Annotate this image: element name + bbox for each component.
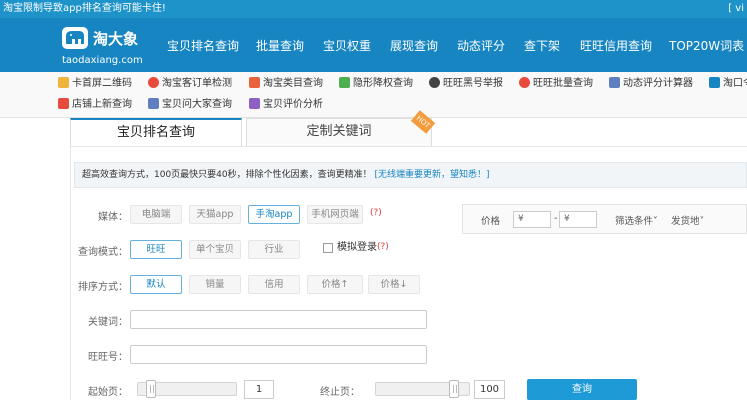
vip-link[interactable]: [ vi (728, 0, 744, 18)
nav-item-batch[interactable]: 批量查询 (256, 38, 304, 54)
calculator-icon (609, 77, 620, 88)
logo-domain: taodaxiang.com (62, 55, 143, 66)
end-page-input[interactable]: 100 (474, 380, 505, 399)
filter-dropdown[interactable]: 筛选条件˅ (615, 213, 658, 227)
query-mode-label: 查询模式： (78, 247, 128, 258)
sort-sales[interactable]: 销量 (189, 275, 241, 294)
media-label: 媒体： (98, 212, 128, 223)
question-icon (148, 98, 159, 109)
nav-item-weight[interactable]: 宝贝权重 (323, 38, 371, 54)
query-wangwang[interactable]: 旺旺 (130, 240, 182, 259)
media-tmall-app[interactable]: 天猫app (189, 205, 241, 224)
shield-icon (339, 77, 350, 88)
new-icon (58, 98, 69, 109)
simulate-login-label: 模拟登录 (337, 242, 377, 253)
link-taokouling[interactable]: 淘口令 (709, 77, 747, 91)
sort-default[interactable]: 默认 (130, 275, 182, 294)
tab-bar: 宝贝排名查询 定制关键词 HOT (0, 110, 747, 146)
chevron-down-icon: ˅ (699, 216, 705, 227)
price-min-input[interactable]: ¥ (513, 211, 551, 228)
notice-link[interactable]: [无线端重要更新，望知悉！] (375, 170, 490, 180)
alert-icon (519, 77, 530, 88)
keyword-label: 关键词： (88, 317, 128, 328)
review-icon (249, 98, 260, 109)
price-filter-box: 价格 ¥ - ¥ 筛选条件˅ 发货地˅ (462, 204, 747, 234)
start-page-slider[interactable] (137, 380, 237, 398)
announcement-text: 淘宝限制导致app排名查询可能卡住! (3, 3, 166, 14)
media-pc[interactable]: 电脑端 (130, 205, 182, 224)
sort-price-asc[interactable]: 价格↑ (307, 275, 363, 294)
crown-icon (58, 77, 69, 88)
nav-item-score[interactable]: 动态评分 (457, 38, 505, 54)
link-review-analysis[interactable]: 宝贝评价分析 (249, 98, 323, 112)
ship-from-dropdown[interactable]: 发货地˅ (671, 213, 704, 227)
price-max-input[interactable]: ¥ (559, 211, 597, 228)
key-icon (709, 77, 720, 88)
link-hidden-demote[interactable]: 隐形降权查询 (339, 77, 413, 91)
sort-price-desc[interactable]: 价格↓ (368, 275, 420, 294)
quick-links: 卡首屏二维码 淘宝客订单检测 淘宝类目查询 隐形降权查询 旺旺黑号举报 旺旺批量… (0, 72, 747, 118)
simulate-login-checkbox[interactable] (323, 243, 333, 253)
sort-credit[interactable]: 信用 (248, 275, 300, 294)
link-ask-all[interactable]: 宝贝问大家查询 (148, 98, 232, 112)
chevron-down-icon: ˅ (653, 216, 658, 227)
link-wangwang-batch[interactable]: 旺旺批量查询 (519, 77, 593, 91)
category-icon (249, 77, 260, 88)
nav-item-show[interactable]: 展现查询 (390, 38, 438, 54)
end-page-slider[interactable] (375, 380, 470, 398)
link-taoke-order[interactable]: 淘宝客订单检测 (148, 77, 232, 91)
link-score-calc[interactable]: 动态评分计算器 (609, 77, 693, 91)
alert-icon (148, 77, 159, 88)
tab-custom-keyword[interactable]: 定制关键词 (246, 118, 432, 146)
keyword-input[interactable] (130, 310, 427, 329)
nav-item-rank[interactable]: 宝贝排名查询 (167, 38, 239, 54)
mask-icon (429, 77, 440, 88)
site-header: 淘大象 taodaxiang.com 宝贝排名查询 批量查询 宝贝权重 展现查询… (0, 18, 747, 72)
nav-item-credit[interactable]: 旺旺信用查询 (580, 38, 652, 54)
link-category[interactable]: 淘宝类目查询 (249, 77, 323, 91)
start-page-input[interactable]: 1 (244, 380, 274, 399)
media-help-icon[interactable]: (?) (370, 208, 382, 218)
end-slider-handle[interactable] (449, 380, 459, 398)
notice-bar: 超高效查询方式，100页最快只要40秒，排除个性化因素，查询更精准！ [无线端重… (74, 162, 747, 188)
price-label: 价格 (481, 216, 501, 227)
wangwang-label: 旺旺号： (88, 352, 128, 363)
link-shop-new[interactable]: 店铺上新查询 (58, 98, 132, 112)
nav-item-top20w[interactable]: TOP20W词表 (669, 38, 744, 54)
price-dash: - (554, 213, 558, 224)
end-page-label: 终止页： (320, 387, 360, 398)
sort-label: 排序方式： (78, 282, 128, 293)
media-taobao-app[interactable]: 手淘app (248, 205, 300, 224)
query-button[interactable]: 查询 (527, 379, 637, 400)
main-nav: 宝贝排名查询 批量查询 宝贝权重 展现查询 动态评分 查下架 旺旺信用查询 TO… (0, 38, 747, 56)
notice-text: 超高效查询方式，100页最快只要40秒，排除个性化因素，查询更精准！ (82, 170, 372, 180)
link-qrcode[interactable]: 卡首屏二维码 (58, 77, 132, 91)
top-announcement-bar: 淘宝限制导致app排名查询可能卡住! [ vi (0, 0, 747, 18)
link-blacklist[interactable]: 旺旺黑号举报 (429, 77, 503, 91)
start-page-label: 起始页： (88, 387, 128, 398)
query-industry[interactable]: 行业 (248, 240, 300, 259)
query-single-item[interactable]: 单个宝贝 (189, 240, 241, 259)
wangwang-input[interactable] (130, 345, 427, 364)
media-mobile-web[interactable]: 手机网页端 (307, 205, 363, 224)
tab-rank-query[interactable]: 宝贝排名查询 (70, 118, 242, 146)
start-slider-handle[interactable] (146, 380, 156, 398)
login-help-icon[interactable]: (?) (377, 242, 389, 252)
nav-item-offshelf[interactable]: 查下架 (524, 38, 560, 54)
